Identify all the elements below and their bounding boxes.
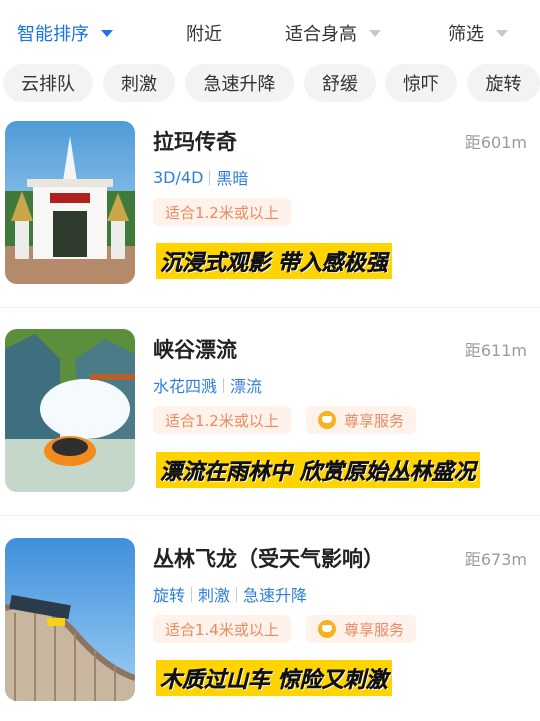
tag: 旋转: [153, 586, 186, 605]
premium-service-text: 尊享服务: [344, 411, 405, 430]
attraction-image-temple: [5, 121, 135, 284]
attraction-card[interactable]: 峡谷漂流 距611m 水花四溅 漂流 适合1.2米或以上 尊享服务 漂流在雨林中…: [0, 329, 540, 515]
tag: 黑暗: [216, 169, 249, 188]
sort-filter[interactable]: 智能排序: [17, 20, 113, 46]
tag: 急速升降: [243, 586, 308, 605]
premium-service-badge: 尊享服务: [306, 615, 417, 643]
tag-divider: [236, 586, 238, 602]
screen-filter[interactable]: 筛选: [448, 20, 508, 46]
attraction-distance: 距673m: [464, 550, 527, 569]
sort-filter-label: 智能排序: [17, 24, 89, 45]
attraction-title: 拉玛传奇: [153, 130, 237, 154]
tag: 漂流: [230, 377, 263, 396]
chip-fast-drop[interactable]: 急速升降: [185, 64, 294, 102]
category-chips: 云排队 刺激 急速升降 舒缓 惊吓 旋转: [0, 64, 540, 104]
height-requirement-text: 适合1.2米或以上: [165, 203, 279, 222]
crown-icon: [318, 620, 336, 638]
attraction-image-rafting: [5, 329, 135, 492]
tag-divider: [191, 586, 193, 602]
height-filter[interactable]: 适合身高: [285, 20, 381, 46]
attraction-slogan: 木质过山车 惊险又刺激: [156, 660, 392, 696]
premium-service-badge: 尊享服务: [306, 406, 417, 434]
attraction-distance: 距601m: [464, 133, 527, 152]
crown-icon: [318, 411, 336, 429]
attraction-card[interactable]: 拉玛传奇 距601m 3D/4D 黑暗 适合1.2米或以上 沉浸式观影 带入感极…: [0, 121, 540, 307]
chip-scary[interactable]: 惊吓: [385, 64, 457, 102]
attraction-distance: 距611m: [464, 341, 527, 360]
attraction-slogan: 沉浸式观影 带入感极强: [156, 243, 392, 279]
nearby-filter-label: 附近: [186, 24, 222, 45]
height-requirement-text: 适合1.2米或以上: [165, 411, 279, 430]
attraction-image-coaster: [5, 538, 135, 701]
screen-filter-label: 筛选: [448, 24, 484, 45]
attraction-slogan: 漂流在雨林中 欣赏原始丛林盛况: [156, 452, 480, 488]
premium-service-text: 尊享服务: [344, 620, 405, 639]
card-divider: [0, 515, 540, 516]
attraction-tags: 3D/4D 黑暗: [153, 165, 248, 189]
filter-bar: 智能排序 附近 适合身高 筛选: [0, 0, 540, 62]
tag-divider: [209, 169, 211, 185]
chip-cloud-queue[interactable]: 云排队: [3, 64, 93, 102]
attraction-tags: 水花四溅 漂流: [153, 373, 262, 397]
attraction-title: 峡谷漂流: [153, 338, 237, 362]
caret-down-icon: [496, 29, 508, 37]
attraction-tags: 旋转 刺激 急速升降: [153, 582, 307, 606]
height-requirement-badge: 适合1.2米或以上: [153, 406, 291, 434]
height-requirement-badge: 适合1.2米或以上: [153, 198, 291, 226]
caret-down-icon: [369, 29, 381, 37]
height-requirement-text: 适合1.4米或以上: [165, 620, 279, 639]
caret-down-icon: [101, 29, 113, 37]
attraction-card[interactable]: 丛林飞龙（受天气影响） 距673m 旋转 刺激 急速升降 适合1.4米或以上 尊…: [0, 538, 540, 721]
tag: 3D/4D: [153, 167, 204, 187]
tag: 水花四溅: [153, 377, 218, 396]
nearby-filter[interactable]: 附近: [186, 20, 222, 46]
tag-divider: [223, 377, 225, 393]
chip-thrill[interactable]: 刺激: [103, 64, 175, 102]
height-requirement-badge: 适合1.4米或以上: [153, 615, 291, 643]
height-filter-label: 适合身高: [285, 24, 357, 45]
tag: 刺激: [198, 586, 231, 605]
chip-spin[interactable]: 旋转: [467, 64, 540, 102]
chip-gentle[interactable]: 舒缓: [304, 64, 376, 102]
attraction-title: 丛林飞龙（受天气影响）: [153, 547, 384, 571]
card-divider: [0, 307, 540, 308]
